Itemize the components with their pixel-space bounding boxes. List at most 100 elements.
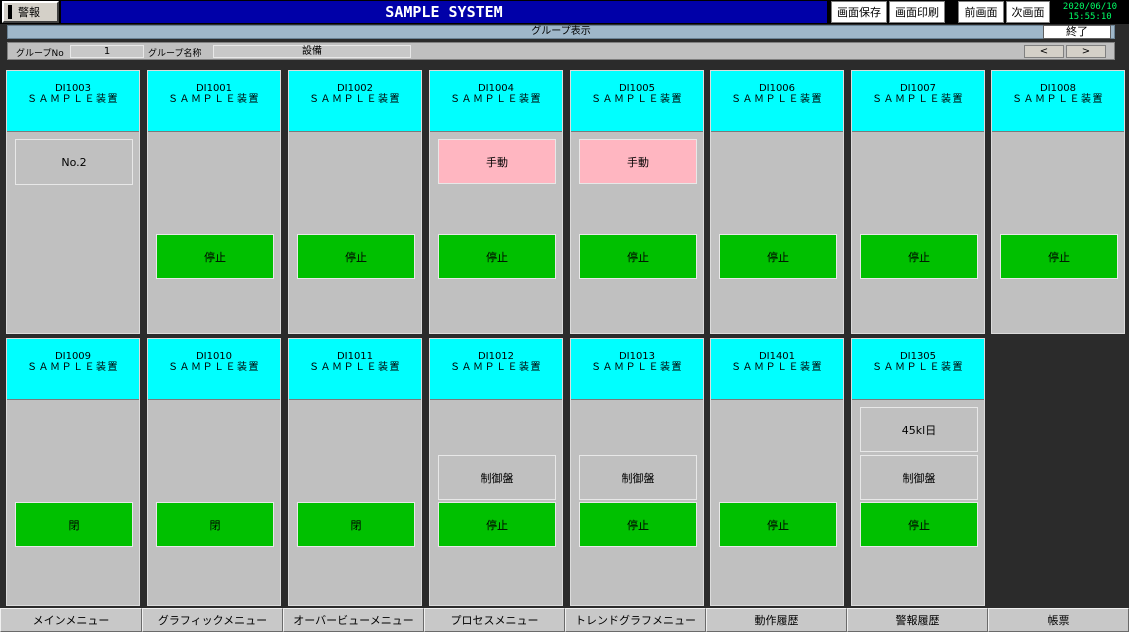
prev-group-button[interactable]: < [1024,45,1064,58]
device-id: DI1013 [618,351,656,362]
next-screen-button[interactable]: 次画面 [1006,1,1050,23]
status-tile[interactable]: 停止 [156,234,274,279]
info-tile[interactable]: 制御盤 [438,455,556,500]
alarm-indicator-icon [8,5,12,19]
mode-tile[interactable]: 手動 [579,139,697,184]
device-card-header: DI1010 ＳＡＭＰＬＥ装置 [148,339,280,400]
menu-alarm-history[interactable]: 警報履歴 [847,608,988,632]
info-tile[interactable]: 45kl日 [860,407,978,452]
device-card[interactable]: DI1001 ＳＡＭＰＬＥ装置停止 [147,70,281,334]
device-card-header: DI1012 ＳＡＭＰＬＥ装置 [430,339,562,400]
device-name: ＳＡＭＰＬＥ装置 [591,94,683,105]
menu-overview[interactable]: オーバービューメニュー [283,608,424,632]
device-card[interactable]: DI1004 ＳＡＭＰＬＥ装置手動停止 [429,70,563,334]
device-card-header: DI1006 ＳＡＭＰＬＥ装置 [711,71,843,132]
device-name: ＳＡＭＰＬＥ装置 [168,94,260,105]
device-card-header: DI1011 ＳＡＭＰＬＥ装置 [289,339,421,400]
device-card-header: DI1008 ＳＡＭＰＬＥ装置 [992,71,1124,132]
device-card[interactable]: DI1005 ＳＡＭＰＬＥ装置手動停止 [570,70,704,334]
status-tile[interactable]: 停止 [860,502,978,547]
device-id: DI1007 [899,83,937,94]
exit-button[interactable]: 終了 [1043,25,1111,39]
alarm-label: 警報 [18,6,40,19]
device-card-header: DI1007 ＳＡＭＰＬＥ装置 [852,71,984,132]
device-card[interactable]: DI1305 ＳＡＭＰＬＥ装置 45kl日 制御盤 停止 [851,338,985,606]
device-id: DI1011 [336,351,374,362]
device-id: DI1305 [899,351,937,362]
device-name: ＳＡＭＰＬＥ装置 [450,94,542,105]
device-id: DI1002 [336,83,374,94]
device-name: ＳＡＭＰＬＥ装置 [309,94,401,105]
device-card[interactable]: DI1010 ＳＡＭＰＬＥ装置閉 [147,338,281,606]
device-id: DI1012 [477,351,515,362]
device-name: ＳＡＭＰＬＥ装置 [591,362,683,373]
status-tile[interactable]: 停止 [438,234,556,279]
info-tile[interactable]: No.2 [15,139,133,185]
status-tile[interactable]: 停止 [297,234,415,279]
device-name: ＳＡＭＰＬＥ装置 [168,362,260,373]
device-card[interactable]: DI1002 ＳＡＭＰＬＥ装置停止 [288,70,422,334]
status-tile[interactable]: 停止 [579,502,697,547]
alarm-button[interactable]: 警報 [2,1,59,23]
menu-main[interactable]: メインメニュー [0,608,142,632]
status-tile[interactable]: 停止 [579,234,697,279]
device-card-header: DI1305 ＳＡＭＰＬＥ装置 [852,339,984,400]
status-tile[interactable]: 閉 [297,502,415,547]
system-title: SAMPLE SYSTEM [61,1,827,23]
group-no-label: グループNo [16,49,64,59]
device-card-header: DI1005 ＳＡＭＰＬＥ装置 [571,71,703,132]
group-info-row: グループNo 1 グループ名称 設備 < > [7,42,1115,60]
device-id: DI1005 [618,83,656,94]
group-no-value: 1 [70,45,144,58]
menu-process[interactable]: プロセスメニュー [424,608,565,632]
prev-screen-button[interactable]: 前画面 [958,1,1004,23]
device-card[interactable]: DI1008 ＳＡＭＰＬＥ装置停止 [991,70,1125,334]
menu-graphic[interactable]: グラフィックメニュー [142,608,283,632]
device-card[interactable]: DI1012 ＳＡＭＰＬＥ装置制御盤 停止 [429,338,563,606]
device-card-header: DI1001 ＳＡＭＰＬＥ装置 [148,71,280,132]
status-tile[interactable]: 停止 [719,502,837,547]
device-card[interactable]: DI1006 ＳＡＭＰＬＥ装置停止 [710,70,844,334]
info-tile[interactable]: 制御盤 [860,455,978,500]
status-tile[interactable]: 閉 [15,502,133,547]
device-card-header: DI1009 ＳＡＭＰＬＥ装置 [7,339,139,400]
status-tile[interactable]: 停止 [860,234,978,279]
device-card[interactable]: DI1013 ＳＡＭＰＬＥ装置制御盤 停止 [570,338,704,606]
menu-trend-graph[interactable]: トレンドグラフメニュー [565,608,706,632]
clock-date: 2020/06/10 [1062,2,1118,12]
device-name: ＳＡＭＰＬＥ装置 [872,94,964,105]
device-name: ＳＡＭＰＬＥ装置 [731,94,823,105]
mode-tile[interactable]: 手動 [438,139,556,184]
device-name: ＳＡＭＰＬＥ装置 [27,362,119,373]
device-card[interactable]: DI1009 ＳＡＭＰＬＥ装置閉 [6,338,140,606]
device-card-header: DI1401 ＳＡＭＰＬＥ装置 [711,339,843,400]
group-name-label: グループ名称 [148,49,202,59]
device-id: DI1003 [54,83,92,94]
device-card-header: DI1013 ＳＡＭＰＬＥ装置 [571,339,703,400]
device-name: ＳＡＭＰＬＥ装置 [872,362,964,373]
menu-operation-history[interactable]: 動作履歴 [706,608,847,632]
device-id: DI1001 [195,83,233,94]
group-name-value: 設備 [213,45,411,58]
device-card[interactable]: DI1003 ＳＡＭＰＬＥ装置 No.2 [6,70,140,334]
device-id: DI1006 [758,83,796,94]
device-card-header: DI1003 ＳＡＭＰＬＥ装置 [7,71,139,132]
device-card[interactable]: DI1401 ＳＡＭＰＬＥ装置停止 [710,338,844,606]
device-id: DI1004 [477,83,515,94]
status-tile[interactable]: 停止 [1000,234,1118,279]
info-tile[interactable]: 制御盤 [579,455,697,500]
save-screen-button[interactable]: 画面保存 [831,1,887,23]
menu-reports[interactable]: 帳票 [988,608,1129,632]
device-card[interactable]: DI1011 ＳＡＭＰＬＥ装置閉 [288,338,422,606]
device-card-header: DI1002 ＳＡＭＰＬＥ装置 [289,71,421,132]
status-tile[interactable]: 停止 [719,234,837,279]
status-tile[interactable]: 閉 [156,502,274,547]
next-group-button[interactable]: > [1066,45,1106,58]
clock: 2020/06/10 15:55:10 [1052,1,1128,23]
status-tile[interactable]: 停止 [438,502,556,547]
device-card[interactable]: DI1007 ＳＡＭＰＬＥ装置停止 [851,70,985,334]
device-name: ＳＡＭＰＬＥ装置 [731,362,823,373]
print-screen-button[interactable]: 画面印刷 [889,1,945,23]
device-name: ＳＡＭＰＬＥ装置 [450,362,542,373]
bottom-menu: メインメニュー グラフィックメニュー オーバービューメニュー プロセスメニュー … [0,608,1129,632]
